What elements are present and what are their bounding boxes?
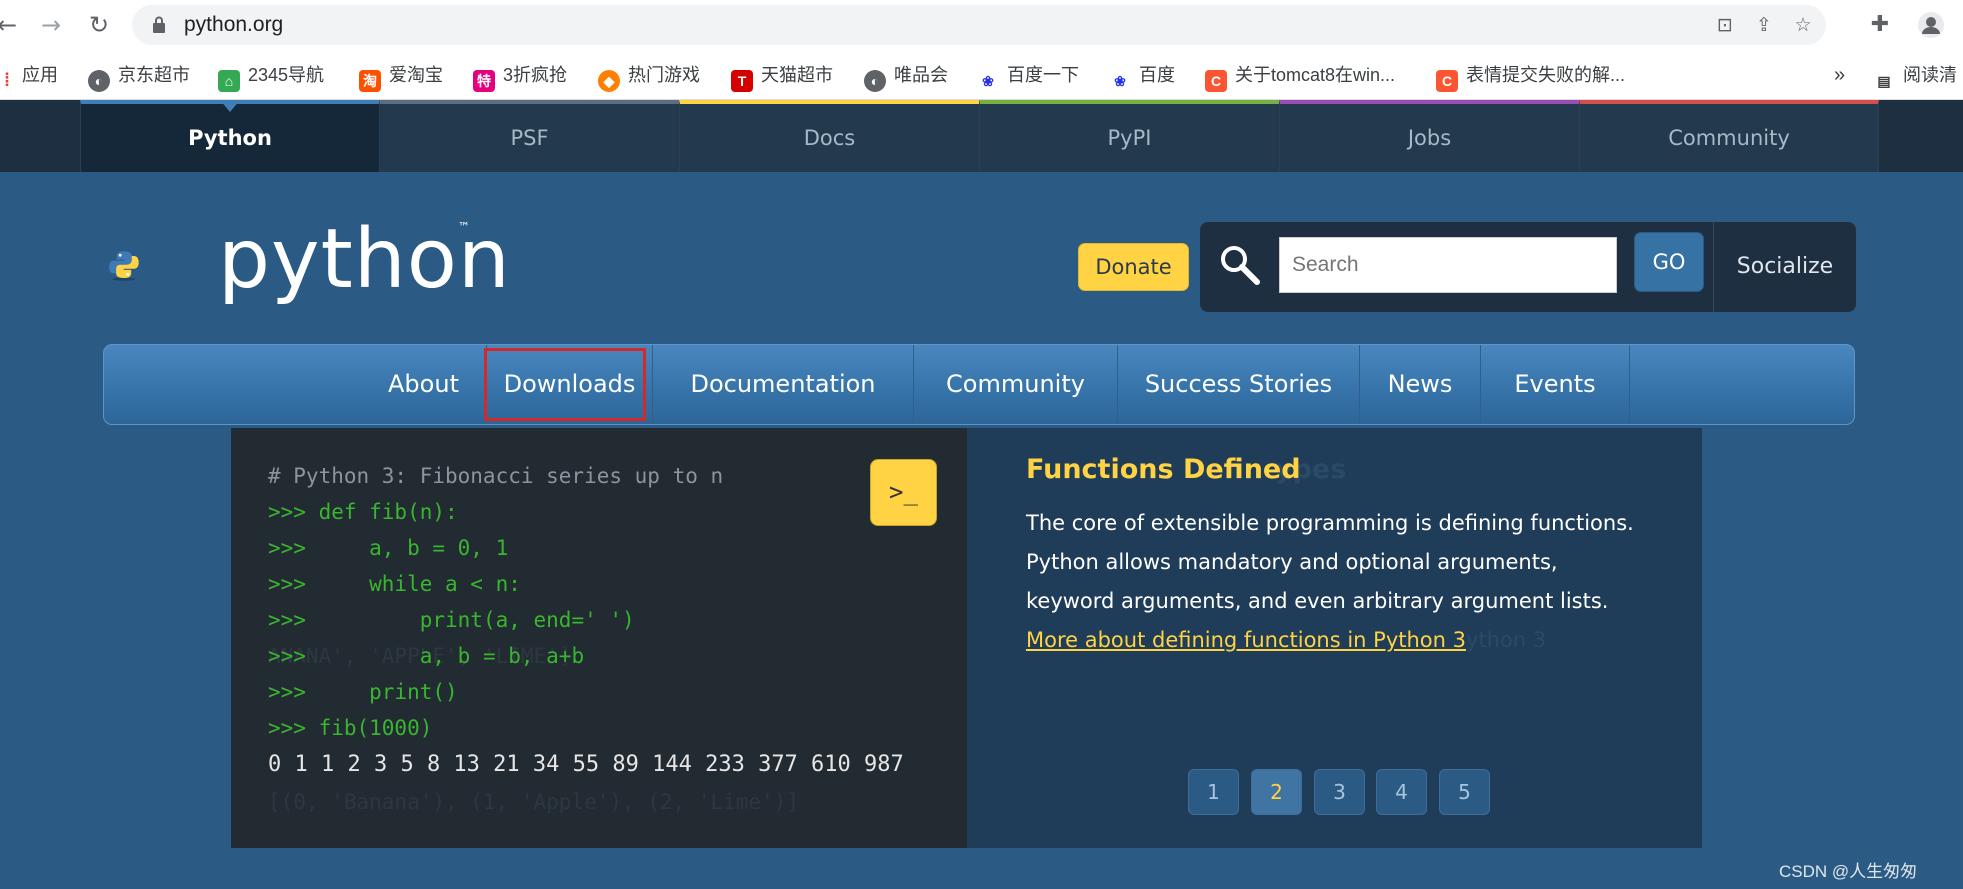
- house-icon: ⌂: [218, 70, 240, 92]
- bookmarks-bar: ⁞ 应用 ◐ 京东超市 ⌂ 2345导航 淘爱淘宝 特 3折疯抢 ◆ 热门游戏 T 天猫超市…: [0, 50, 1963, 100]
- slide-page-2[interactable]: 2: [1251, 769, 1302, 815]
- code-comment: # Python 3: Fibonacci series up to n: [268, 464, 724, 488]
- topnav-python[interactable]: Python: [80, 100, 379, 172]
- forward-icon[interactable]: →: [36, 10, 66, 40]
- globe-icon: ◐: [88, 70, 110, 92]
- go-button[interactable]: GO: [1634, 232, 1704, 292]
- donate-button[interactable]: Donate: [1078, 243, 1189, 291]
- code-line: >>> a, b = 0, 1: [268, 536, 509, 560]
- menu-documentation[interactable]: Documentation: [653, 345, 914, 424]
- bookmark-3zhe[interactable]: 特 3折疯抢: [473, 62, 567, 92]
- topnav-pypi[interactable]: PyPI: [979, 100, 1279, 172]
- slide-page-4[interactable]: 4: [1376, 769, 1427, 815]
- code-line: >>> print(a, end=' '): [268, 608, 635, 632]
- topnav-community[interactable]: Community: [1579, 100, 1879, 172]
- bookmark-tomcat[interactable]: C 关于tomcat8在win...: [1205, 62, 1395, 92]
- bookmark-emoji[interactable]: C 表情提交失败的解...: [1436, 62, 1625, 92]
- search-input[interactable]: [1279, 237, 1617, 293]
- bookmark-taobao[interactable]: 淘爱淘宝: [359, 62, 443, 92]
- translate-icon[interactable]: ⊡: [1714, 14, 1736, 36]
- bookmark-2345[interactable]: ⌂ 2345导航: [218, 62, 324, 92]
- address-bar[interactable]: python.org ⊡ ⇪ ☆: [132, 5, 1826, 45]
- te-icon: 特: [473, 70, 495, 92]
- profile-icon[interactable]: [1917, 11, 1945, 39]
- search-icon: [1221, 246, 1260, 285]
- bookmark-star-icon[interactable]: ☆: [1792, 14, 1814, 36]
- bookmark-vip[interactable]: ◐ 唯品会: [864, 62, 948, 92]
- back-icon[interactable]: ←: [0, 10, 22, 40]
- reload-icon[interactable]: ↻: [84, 10, 114, 40]
- feature-title: Functions Defined: [1026, 454, 1301, 485]
- bookmark-jd[interactable]: ◐ 京东超市: [88, 62, 190, 92]
- ghost-code-output: [(0, 'Banana'), (1, 'Apple'), (2, 'Lime'…: [268, 790, 800, 814]
- bookmark-tmall[interactable]: T 天猫超市: [731, 62, 833, 92]
- bookmarks-more-icon[interactable]: »: [1834, 62, 1845, 88]
- share-icon[interactable]: ⇪: [1753, 14, 1775, 36]
- socialize-button[interactable]: Socialize: [1713, 222, 1856, 312]
- csdn-icon: C: [1205, 70, 1227, 92]
- topnav-jobs[interactable]: Jobs: [1279, 100, 1579, 172]
- baidu-icon: ❀: [1114, 73, 1126, 89]
- menu-news[interactable]: News: [1360, 345, 1481, 424]
- extensions-icon[interactable]: ✚: [1866, 11, 1894, 39]
- menu-about[interactable]: About: [361, 345, 487, 424]
- globe-icon: ◐: [864, 70, 886, 92]
- topnav-docs[interactable]: Docs: [679, 100, 979, 172]
- topnav-psf[interactable]: PSF: [379, 100, 679, 172]
- launch-shell-button[interactable]: >_: [870, 459, 937, 526]
- downloads-highlight-box: [484, 348, 646, 421]
- menu-success-stories[interactable]: Success Stories: [1118, 345, 1360, 424]
- code-line: >>> a, b = b, a+b: [268, 644, 585, 668]
- slide-page-5[interactable]: 5: [1439, 769, 1490, 815]
- lock-icon: [153, 16, 165, 33]
- csdn-icon: C: [1436, 70, 1458, 92]
- bookmark-games[interactable]: ◆ 热门游戏: [598, 62, 700, 92]
- code-line: >>> while a < n:: [268, 572, 521, 596]
- slide-page-1[interactable]: 1: [1188, 769, 1239, 815]
- code-line: >>> print(): [268, 680, 458, 704]
- meta-navigation: Python PSF Docs PyPI Jobs Community: [0, 100, 1963, 172]
- slide-page-3[interactable]: 3: [1314, 769, 1365, 815]
- bookmark-baidu-search[interactable]: ❀ 百度一下: [977, 62, 1079, 89]
- bookmark-baidu[interactable]: ❀ 百度: [1109, 62, 1175, 89]
- code-line: >>> def fib(n):: [268, 500, 458, 524]
- taobao-icon: 淘: [359, 70, 381, 92]
- code-output: 0 1 1 2 3 5 8 13 21 34 55 89 144 233 377…: [268, 752, 904, 777]
- baidu-icon: ❀: [982, 73, 994, 89]
- active-caret-icon: [220, 100, 240, 112]
- url-text: python.org: [184, 13, 284, 36]
- menu-community[interactable]: Community: [914, 345, 1118, 424]
- code-line: >>> fib(1000): [268, 716, 433, 740]
- trademark-symbol: ™: [458, 220, 470, 234]
- menu-events[interactable]: Events: [1481, 345, 1630, 424]
- ghost-link-fragment: ython 3: [1466, 628, 1547, 652]
- bookmark-apps[interactable]: ⁞ 应用: [0, 62, 58, 90]
- browser-toolbar: ← → ↻ python.org ⊡ ⇪ ☆ ✚: [0, 0, 1963, 50]
- python-logo-icon[interactable]: [108, 210, 218, 320]
- apps-icon: ⁞: [4, 70, 10, 90]
- feature-description: The core of extensible programming is de…: [1026, 511, 1634, 652]
- main-navigation: About Downloads Documentation Community …: [103, 344, 1855, 425]
- code-sample-panel: [231, 428, 967, 848]
- reading-list-icon: ▤: [1877, 73, 1891, 89]
- game-icon: ◆: [598, 70, 620, 92]
- csdn-watermark: CSDN @人生匆匆: [1779, 862, 1918, 881]
- feature-more-link[interactable]: More about defining functions in Python …: [1026, 628, 1466, 652]
- reading-list[interactable]: ▤ 阅读清: [1873, 62, 1957, 89]
- tmall-icon: T: [731, 70, 753, 92]
